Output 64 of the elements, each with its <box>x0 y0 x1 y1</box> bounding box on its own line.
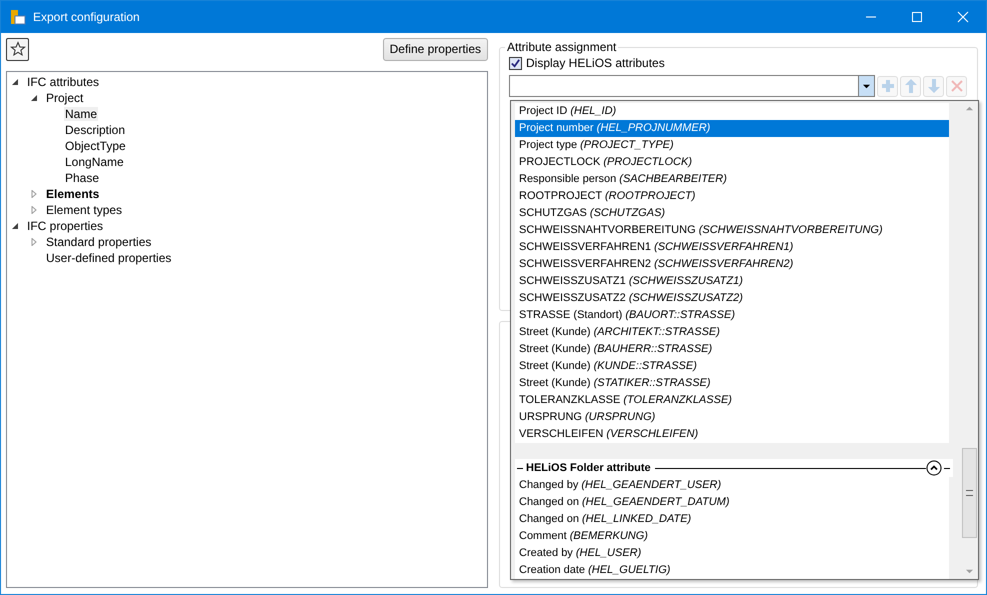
dropdown-item[interactable]: Project ID (HEL_ID) <box>515 103 949 120</box>
dropdown-item[interactable]: Street (Kunde) (ARCHITEKT::STRASSE) <box>515 324 949 341</box>
tree-item[interactable]: LongName <box>64 155 125 169</box>
delete-icon <box>948 78 964 94</box>
dropdown-item[interactable]: SCHWEISSNAHTVORBEREITUNG (SCHWEISSNAHTVORBEREITUNG) <box>515 222 949 239</box>
tree-item[interactable]: Phase <box>64 171 100 185</box>
scroll-up-icon[interactable] <box>966 105 973 112</box>
dropdown-item[interactable]: Street (Kunde) (STATIKER::STRASSE) <box>515 375 949 392</box>
dropdown-item[interactable]: Created by (HEL_USER) <box>515 545 949 562</box>
window-title: Export configuration <box>33 10 140 24</box>
check-icon <box>510 58 521 68</box>
define-properties-button[interactable]: Define properties <box>382 38 488 60</box>
collapse-arrow-icon[interactable] <box>30 94 38 102</box>
collapse-arrow-icon[interactable] <box>11 78 19 86</box>
attribute-dropdown[interactable] <box>509 75 875 97</box>
collapse-arrow-icon[interactable] <box>11 222 19 230</box>
app-icon <box>10 9 26 25</box>
star-icon <box>10 41 26 57</box>
dropdown-item[interactable]: Changed on (HEL_GEAENDERT_DATUM) <box>515 494 949 511</box>
plus-icon <box>880 78 896 94</box>
tree-item[interactable]: Standard properties <box>45 235 152 249</box>
tree-item[interactable]: IFC attributes <box>26 75 100 89</box>
dropdown-item[interactable]: ROOTPROJECT (ROOTPROJECT) <box>515 188 949 205</box>
checkbox[interactable] <box>509 56 522 70</box>
dropdown-item[interactable]: VERSCHLEIFEN (VERSCHLEIFEN) <box>515 426 949 443</box>
dropdown-item[interactable]: URSPRUNG (URSPRUNG) <box>515 409 949 426</box>
expand-arrow-icon[interactable] <box>30 190 38 198</box>
tree-item[interactable]: IFC properties <box>26 219 104 233</box>
tree-item[interactable]: Elements <box>45 187 100 201</box>
dropdown-item[interactable]: Changed on (HEL_LINKED_DATE) <box>515 511 949 528</box>
dropdown-item[interactable]: SCHWEISSVERFAHREN2 (SCHWEISSVERFAHREN2) <box>515 256 949 273</box>
dropdown-item[interactable]: Creation date (HEL_GUELTIG) <box>515 562 949 579</box>
tree-item[interactable]: Project <box>45 91 84 105</box>
tree-item[interactable]: ObjectType <box>64 139 127 153</box>
tree-item[interactable]: Name <box>64 107 98 121</box>
dropdown-item[interactable]: Street (Kunde) (KUNDE::STRASSE) <box>515 358 949 375</box>
checkbox-label[interactable]: Display HELiOS attributes <box>526 56 665 70</box>
scrollbar[interactable] <box>961 101 978 579</box>
dropdown-item[interactable]: Project number (HEL_PROJNUMMER) <box>515 120 949 137</box>
dropdown-item[interactable]: SCHWEISSZUSATZ2 (SCHWEISSZUSATZ2) <box>515 290 949 307</box>
dropdown-item[interactable]: Changed by (HEL_GEAENDERT_USER) <box>515 477 949 494</box>
dropdown-item[interactable]: SCHWEISSVERFAHREN1 (SCHWEISSVERFAHREN1) <box>515 239 949 256</box>
dropdown-item[interactable]: SCHUTZGAS (SCHUTZGAS) <box>515 205 949 222</box>
arrow-down-icon <box>926 78 942 94</box>
section-title: HELiOS Folder attribute <box>526 462 651 474</box>
scroll-thumb[interactable] <box>962 448 977 538</box>
tree-item[interactable]: User-defined properties <box>45 251 172 265</box>
dropdown-item[interactable]: STRASSE (Standort) (BAUORT::STRASSE) <box>515 307 949 324</box>
arrow-up-icon <box>902 78 918 94</box>
group-title: Attribute assignment <box>505 40 618 54</box>
dropdown-item[interactable]: Street (Kunde) (BAUHERR::STRASSE) <box>515 341 949 358</box>
dropdown-item[interactable]: Comment (BEMERKUNG) <box>515 528 949 545</box>
expand-arrow-icon[interactable] <box>30 206 38 214</box>
dropdown-item[interactable]: Project type (PROJECT_TYPE) <box>515 137 949 154</box>
favorite-button[interactable] <box>6 38 29 60</box>
dropdown-item[interactable]: TOLERANZKLASSE (TOLERANZKLASSE) <box>515 392 949 409</box>
collapse-icon[interactable] <box>926 460 942 476</box>
dropdown-item[interactable]: PROJECTLOCK (PROJECTLOCK) <box>515 154 949 171</box>
scroll-down-icon[interactable] <box>966 568 973 575</box>
dropdown-item[interactable]: Responsible person (SACHBEARBEITER) <box>515 171 949 188</box>
tree-item[interactable]: Element types <box>45 203 124 217</box>
expand-arrow-icon[interactable] <box>30 238 38 246</box>
tree-item[interactable]: Description <box>64 123 126 137</box>
dropdown-item[interactable]: SCHWEISSZUSATZ1 (SCHWEISSZUSATZ1) <box>515 273 949 290</box>
